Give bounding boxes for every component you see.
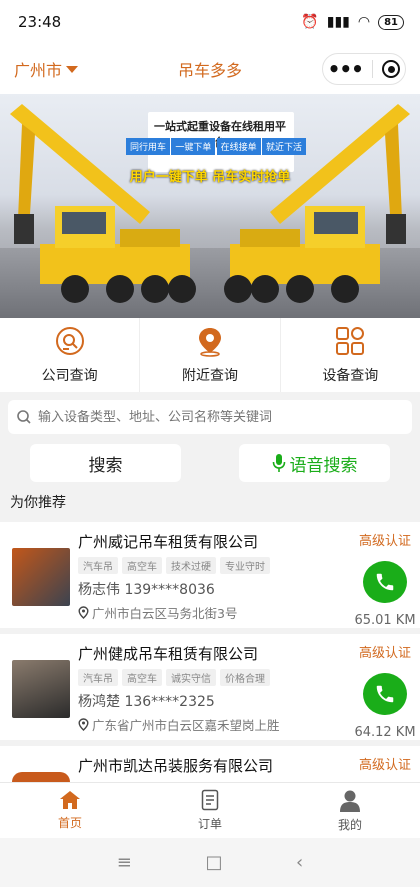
profile-icon	[340, 790, 360, 812]
city-label: 广州市	[14, 61, 63, 80]
certification-badge: 高级认证	[358, 534, 411, 549]
home-square-icon[interactable]: □	[205, 852, 222, 873]
search-bar	[8, 400, 412, 434]
section-title: 为你推荐	[10, 495, 66, 511]
contact-info: 杨志伟 139****8036	[78, 582, 215, 598]
company-name: 广州市凯达吊装服务有限公司	[78, 757, 274, 775]
tag: 高空车	[122, 557, 162, 574]
quick-label: 公司查询	[41, 368, 98, 384]
banner-tags: 同行用车 一键下单 在线接单 就近下活	[126, 138, 306, 155]
tag: 高空车	[122, 669, 162, 686]
banner-slogan: 用户一键下单 吊车实时抢单	[129, 170, 291, 185]
promo-banner[interactable]: 一站式起重设备在线租用平台 同行用车 一键下单 在线接单 就近下活 用户一键下单…	[0, 94, 420, 318]
tab-label: 首页	[57, 816, 82, 830]
phone-icon	[376, 573, 394, 591]
tag-list: 汽车吊 高空车 诚实守信 价格合理	[78, 669, 350, 686]
menu-icon[interactable]: ≡	[117, 852, 132, 873]
search-input[interactable]	[38, 409, 404, 425]
status-time: 23:48	[18, 13, 62, 31]
close-target-icon[interactable]	[382, 60, 401, 78]
search-actions: 搜索 语音搜索	[0, 434, 420, 482]
list-item[interactable]: 广州威记吊车租赁有限公司 汽车吊 高空车 技术过硬 专业守时 杨志伟 139**…	[0, 522, 420, 634]
call-button[interactable]	[363, 673, 407, 715]
status-bar: 23:48 ⏰ ▮▮▮ ◠ 81	[0, 0, 420, 44]
tag: 诚实守信	[166, 669, 216, 686]
battery-icon: 81	[378, 14, 404, 30]
contact-info: 杨鸿楚 136****2325	[78, 694, 215, 710]
company-thumbnail	[12, 548, 70, 606]
tag: 价格合理	[220, 669, 270, 686]
tag: 专业守时	[220, 557, 270, 574]
company-search-entry[interactable]: 公司查询	[0, 318, 141, 392]
tag: 技术过硬	[166, 557, 216, 574]
system-nav-bar: ≡ □ ‹	[0, 838, 420, 887]
company-name: 广州威记吊车租赁有限公司	[78, 533, 259, 551]
location-pin-icon	[198, 328, 221, 357]
company-address: 广州市白云区马务北街3号	[92, 606, 238, 621]
wifi-icon: ◠	[357, 14, 371, 30]
company-name: 广州健成吊车租赁有限公司	[78, 645, 259, 663]
banner-tag: 在线接单	[216, 138, 261, 155]
tab-orders[interactable]: 订单	[140, 783, 280, 838]
quick-label: 附近查询	[181, 368, 238, 384]
more-icon[interactable]: •••	[328, 59, 364, 79]
mini-program-capsule: •••	[322, 53, 406, 85]
company-list: 广州威记吊车租赁有限公司 汽车吊 高空车 技术过硬 专业守时 杨志伟 139**…	[0, 522, 420, 806]
voice-search-label: 语音搜索	[289, 455, 358, 476]
quick-entry-row: 公司查询 附近查询 设备查询	[0, 318, 420, 392]
tab-profile[interactable]: 我的	[280, 783, 420, 838]
address-pin-icon	[78, 606, 89, 619]
company-search-icon	[55, 327, 84, 355]
banner-tag: 一键下单	[171, 138, 216, 155]
certification-badge: 高级认证	[358, 758, 411, 773]
phone-icon	[376, 685, 394, 703]
tab-label: 订单	[197, 817, 222, 831]
search-icon	[17, 410, 31, 424]
nav-bar: 广州市 吊车多多 •••	[0, 44, 420, 94]
distance-label: 64.12 KM	[354, 725, 416, 740]
tab-label: 我的	[337, 818, 362, 832]
address-pin-icon	[78, 718, 89, 731]
equipment-search-entry[interactable]: 设备查询	[281, 318, 420, 392]
banner-tag: 就近下活	[261, 138, 306, 155]
list-item[interactable]: 广州健成吊车租赁有限公司 汽车吊 高空车 诚实守信 价格合理 杨鸿楚 136**…	[0, 634, 420, 746]
company-address: 广东省广州市白云区嘉禾望岗上胜	[92, 718, 280, 733]
alarm-icon: ⏰	[301, 14, 319, 30]
quick-label: 设备查询	[322, 368, 379, 384]
tab-bar: 首页 订单 我的	[0, 782, 420, 838]
signal-icon: ▮▮▮	[326, 14, 350, 30]
tag: 汽车吊	[78, 669, 118, 686]
order-icon	[201, 789, 219, 811]
city-selector[interactable]: 广州市	[14, 57, 79, 81]
voice-search-button[interactable]: 语音搜索	[239, 444, 390, 482]
distance-label: 65.01 KM	[354, 613, 416, 628]
company-thumbnail	[12, 660, 70, 718]
grid-icon	[336, 327, 365, 355]
caret-down-icon	[66, 65, 79, 73]
tab-home[interactable]: 首页	[0, 783, 140, 838]
search-button-label: 搜索	[88, 455, 123, 476]
tag: 汽车吊	[78, 557, 118, 574]
call-button[interactable]	[363, 561, 407, 603]
certification-badge: 高级认证	[358, 646, 411, 661]
search-button[interactable]: 搜索	[30, 444, 181, 482]
banner-tag: 同行用车	[126, 138, 171, 155]
tag-list: 汽车吊 高空车 技术过硬 专业守时	[78, 557, 350, 574]
microphone-icon	[272, 454, 285, 472]
nearby-search-entry[interactable]: 附近查询	[140, 318, 281, 392]
back-icon[interactable]: ‹	[296, 852, 303, 873]
home-icon	[60, 791, 80, 809]
